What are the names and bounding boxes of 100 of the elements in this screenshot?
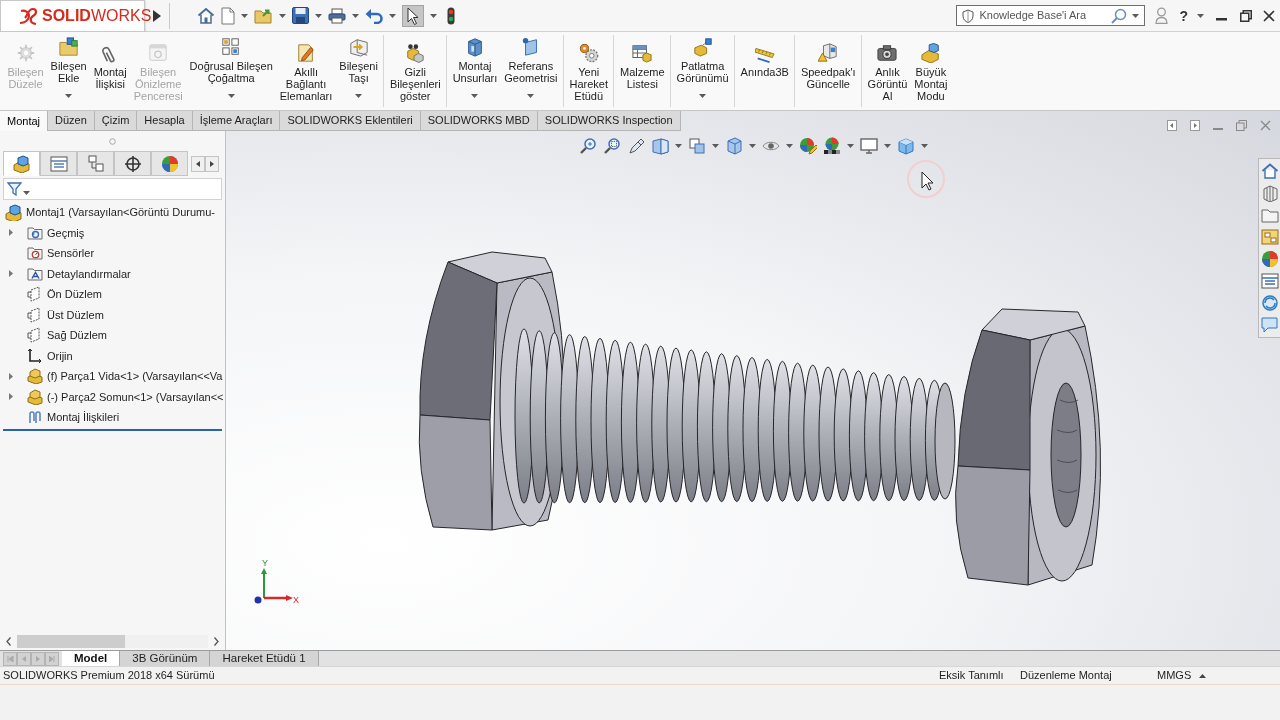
scroll-left-button[interactable] [191,155,205,172]
tree-item[interactable]: Orijin [9,347,73,364]
magnifier-icon[interactable] [578,137,597,155]
traffic-light-icon[interactable] [447,6,455,25]
help-button[interactable]: ? [1179,8,1188,23]
menu-arrow-icon[interactable] [153,9,161,22]
expand-arrow-icon[interactable] [9,270,13,278]
caret-icon[interactable] [1132,13,1140,18]
search-field[interactable]: Knowledge Base'i Ara [956,5,1146,26]
ribbon-button[interactable]: Büyük Montaj Modu [910,35,951,107]
undo-icon[interactable] [365,7,383,24]
view-tab[interactable]: Model [62,651,121,666]
caret-icon[interactable] [1197,13,1204,18]
pencil-icon[interactable] [626,137,645,155]
ribbon-button[interactable]: Bileşen Ekle [47,35,91,107]
view-tab[interactable]: 3B Görünüm [120,651,211,666]
ribbon-button[interactable]: Yeni Hareket Etüdü [565,35,612,107]
caret-icon[interactable] [920,144,928,148]
expand-arrow-icon[interactable] [9,393,13,401]
command-tab[interactable]: Hesapla [137,111,193,131]
color-ball-floor-icon[interactable] [822,137,841,155]
caret-icon[interactable] [711,144,719,148]
command-tab[interactable]: İşleme Araçları [192,111,281,131]
search-input[interactable]: Knowledge Base'i Ara [979,7,1107,24]
tree-item[interactable]: Montaj1 (Varsayılan<Görüntü Durumu- [5,203,216,221]
ribbon-button[interactable]: Patlatma Görünümü [673,35,733,107]
command-tab[interactable]: SOLIDWORKS Eklentileri [280,111,421,131]
ribbon-button[interactable]: Akıllı Bağlantı Elemanları [276,35,336,107]
ribbon-button[interactable]: Montaj Unsurları [449,35,501,107]
command-tab[interactable]: SOLIDWORKS MBD [420,111,538,131]
cube-icon[interactable] [896,137,915,155]
tree-item[interactable]: (-) Parça2 Somun<1> (Varsayılan<< [9,388,224,405]
ribbon-button[interactable]: Malzeme Listesi [616,35,669,107]
caret-icon[interactable] [430,13,437,18]
caret-up-icon[interactable] [1199,673,1206,678]
command-tab[interactable]: Düzen [48,111,95,131]
panel-tab[interactable] [114,151,151,176]
command-tab[interactable]: Montaj [0,111,49,131]
expand-arrow-icon[interactable] [9,372,13,380]
expand-arrow-icon[interactable] [9,229,13,237]
panel-tab[interactable] [3,151,40,176]
tree-item[interactable]: Montaj İlişkileri [9,409,120,426]
ribbon-button[interactable]: Anlık Görüntü Al [864,35,911,107]
ribbon-button[interactable]: Montaj İlişkisi [90,35,131,107]
tile-left-icon[interactable] [1167,119,1177,131]
ribbon-button[interactable]: Speedpak'ı Güncelle [797,35,860,107]
ribbon-button[interactable]: Anında3B [737,35,793,107]
caret-icon[interactable] [279,13,286,18]
ribbon-button[interactable]: Gizli Bileşenleri göster [386,35,445,107]
grip-icon[interactable] [109,137,116,145]
panel-tab[interactable] [151,151,188,176]
caret-icon[interactable] [352,13,359,18]
tile-right-icon[interactable] [1190,119,1200,131]
caret-icon[interactable] [785,144,793,148]
ribbon-button[interactable]: Referans Geometrisi [500,35,561,107]
caret-icon[interactable] [241,13,248,18]
view-palette-icon[interactable] [1260,228,1279,246]
home-icon[interactable] [197,7,215,24]
horizontal-scrollbar[interactable] [17,635,208,648]
split-box-icon[interactable] [650,137,669,155]
monitor-icon[interactable] [859,137,878,155]
arrow-right-icon[interactable] [214,637,219,646]
tree-item[interactable]: Ön Düzlem [9,286,103,303]
tree-item[interactable]: (f) Parça1 Vida<1> (Varsayılan<<Va [9,368,223,385]
ribbed-block-icon[interactable] [1260,184,1279,202]
command-tab[interactable]: SOLIDWORKS Inspection [537,111,681,131]
caret-icon[interactable] [674,144,682,148]
select-tool-button[interactable] [402,4,424,27]
refresh-icon[interactable] [1260,294,1279,312]
command-tab[interactable]: Çizim [94,111,138,131]
color-ball-pencil-icon[interactable] [798,137,817,155]
view-tab[interactable]: Hareket Etüdü 1 [210,651,319,666]
tree-item[interactable]: Sensörler [9,245,95,262]
rollback-bar[interactable] [3,428,222,431]
tree-item[interactable]: Detaylandırmalar [9,265,131,282]
overlapping-squares-icon[interactable] [687,137,706,155]
tree-item[interactable]: Sağ Düzlem [9,327,107,344]
user-icon[interactable] [1155,7,1169,24]
chat-bubble-icon[interactable] [1260,316,1279,334]
tree-item[interactable]: Üst Düzlem [9,306,104,323]
list-icon[interactable] [1260,272,1279,290]
caret-icon[interactable] [389,13,396,18]
search-icon[interactable] [1111,7,1128,24]
home-icon[interactable] [1260,162,1279,180]
scroll-right-button[interactable] [205,155,219,172]
close-icon[interactable] [1263,9,1275,22]
document-icon[interactable] [221,6,235,25]
caret-icon[interactable] [315,13,322,18]
caret-icon[interactable] [883,144,891,148]
caret-icon[interactable] [748,144,756,148]
caret-icon[interactable] [846,144,854,148]
scrollbar-thumb[interactable] [17,635,125,648]
tree-item[interactable]: Geçmiş [9,224,85,241]
ribbon-button[interactable]: Doğrusal Bileşen Çoğaltma [186,35,277,107]
cube-icon[interactable] [724,137,743,155]
folder-arrow-icon[interactable] [254,7,273,24]
filter-field[interactable] [3,178,222,200]
restore-icon[interactable] [1240,9,1252,22]
magnifier-icon[interactable] [602,137,621,155]
color-ball-icon[interactable] [1260,250,1279,268]
